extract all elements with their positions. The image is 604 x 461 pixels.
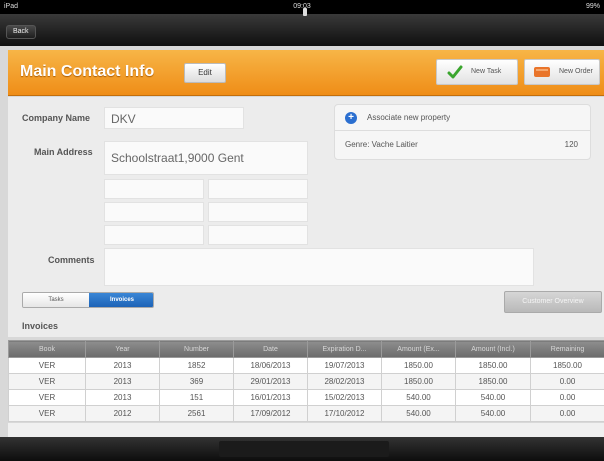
address-line-field[interactable] [208, 202, 308, 222]
table-cell: 1850.00 [381, 373, 456, 390]
tasks-tab[interactable]: Tasks [23, 293, 89, 307]
invoices-tab[interactable]: Invoices [89, 293, 153, 307]
toolbar-handle[interactable] [219, 441, 389, 457]
table-cell: 540.00 [381, 389, 456, 406]
new-task-button[interactable]: New Task [436, 59, 518, 85]
table-cell: VER [8, 405, 86, 422]
battery-label: 99% [585, 3, 600, 10]
column-header[interactable]: Book [8, 340, 86, 358]
table-cell: 1850.00 [455, 373, 531, 390]
column-header[interactable]: Year [85, 340, 160, 358]
status-bar: iPad 09:03 99% [0, 0, 604, 14]
invoices-table: Book Year Number Date Expiration D... Am… [8, 340, 604, 422]
genre-count: 120 [564, 140, 578, 149]
table-row[interactable]: VER 2013 1852 18/06/2013 19/07/2013 1850… [8, 357, 604, 374]
contact-form-panel: Company Name DKV Main Address Schoolstra… [8, 97, 604, 337]
plus-icon: + [345, 112, 357, 124]
table-cell: 2013 [85, 389, 160, 406]
column-header[interactable]: Expiration D... [307, 340, 382, 358]
main-address-label: Main Address [34, 147, 93, 157]
new-order-label: New Order [559, 68, 593, 75]
table-cell: 16/01/2013 [233, 389, 308, 406]
table-cell: 17/10/2012 [307, 405, 382, 422]
page-title: Main Contact Info [20, 63, 155, 80]
table-cell: 0.00 [530, 405, 604, 422]
table-cell: VER [8, 357, 86, 374]
table-cell: 1850.00 [455, 357, 531, 374]
table-cell: 1852 [159, 357, 234, 374]
table-cell: 2013 [85, 373, 160, 390]
property-panel: + Associate new property Genre: Vache La… [334, 104, 591, 160]
column-header[interactable]: Date [233, 340, 308, 358]
main-address-field[interactable]: Schoolstraat1,9000 Gent [104, 141, 308, 175]
table-cell: 2561 [159, 405, 234, 422]
new-order-button[interactable]: New Order [524, 59, 600, 85]
table-empty-area [8, 423, 604, 437]
column-header[interactable]: Number [159, 340, 234, 358]
table-cell: 18/06/2013 [233, 357, 308, 374]
column-header[interactable]: Amount (Incl.) [455, 340, 531, 358]
order-icon [534, 67, 550, 77]
table-cell: 369 [159, 373, 234, 390]
table-cell: 17/09/2012 [233, 405, 308, 422]
table-cell: 0.00 [530, 389, 604, 406]
table-header-row: Book Year Number Date Expiration D... Am… [8, 340, 604, 358]
check-icon [447, 65, 463, 79]
comments-label: Comments [48, 255, 95, 265]
invoices-heading: Invoices [22, 321, 59, 331]
tasks-invoices-toggle: Tasks Invoices [22, 292, 154, 308]
table-cell: 151 [159, 389, 234, 406]
table-row[interactable]: VER 2013 151 16/01/2013 15/02/2013 540.0… [8, 389, 604, 406]
table-row[interactable]: VER 2013 369 29/01/2013 28/02/2013 1850.… [8, 373, 604, 390]
address-line-field[interactable] [104, 179, 204, 199]
associate-property-row[interactable]: + Associate new property [335, 105, 590, 131]
table-row[interactable]: VER 2012 2561 17/09/2012 17/10/2012 540.… [8, 405, 604, 422]
table-cell: VER [8, 373, 86, 390]
company-name-label: Company Name [22, 113, 91, 123]
company-name-field[interactable]: DKV [104, 107, 244, 129]
table-cell: VER [8, 389, 86, 406]
table-cell: 1850.00 [381, 357, 456, 374]
edit-button[interactable]: Edit [184, 63, 226, 83]
main-address-value: Schoolstraat1,9000 Gent [111, 151, 244, 165]
new-task-label: New Task [471, 68, 502, 75]
table-cell: 1850.00 [530, 357, 604, 374]
column-header[interactable]: Remaining [530, 340, 604, 358]
customer-overview-button[interactable]: Customer Overview [504, 291, 602, 313]
table-cell: 540.00 [455, 405, 531, 422]
header-bar: Main Contact Info Edit New Task New Orde… [8, 50, 604, 96]
back-button[interactable]: Back [6, 25, 36, 39]
table-cell: 29/01/2013 [233, 373, 308, 390]
company-name-value: DKV [111, 112, 136, 126]
associate-property-label: Associate new property [367, 113, 451, 122]
column-header[interactable]: Amount (Ex... [381, 340, 456, 358]
table-cell: 2012 [85, 405, 160, 422]
table-cell: 19/07/2013 [307, 357, 382, 374]
table-cell: 540.00 [381, 405, 456, 422]
table-cell: 28/02/2013 [307, 373, 382, 390]
table-cell: 2013 [85, 357, 160, 374]
genre-label: Genre: Vache Laitier [345, 140, 418, 149]
table-cell: 0.00 [530, 373, 604, 390]
clock: 09:03 [293, 3, 311, 10]
comments-field[interactable] [104, 248, 534, 286]
grip-icon [303, 8, 307, 16]
address-line-field[interactable] [104, 225, 204, 245]
table-cell: 540.00 [455, 389, 531, 406]
address-line-field[interactable] [208, 225, 308, 245]
navigation-bar: Back [0, 14, 604, 46]
address-line-field[interactable] [208, 179, 308, 199]
bottom-toolbar [0, 437, 604, 461]
address-line-field[interactable] [104, 202, 204, 222]
table-cell: 15/02/2013 [307, 389, 382, 406]
